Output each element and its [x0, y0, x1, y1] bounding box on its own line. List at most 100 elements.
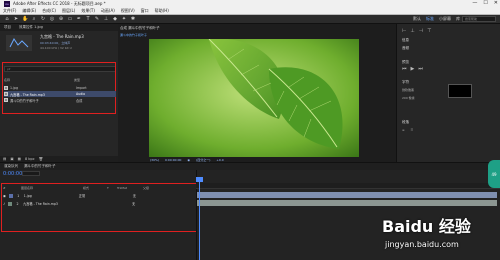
menu-layer[interactable]: 图层(L)	[62, 8, 75, 14]
menu-effect[interactable]: 效果(T)	[81, 8, 95, 14]
roto-tool-icon[interactable]: ✦	[121, 16, 127, 22]
home-icon[interactable]: ⌂	[4, 16, 10, 22]
zoom-level-dropdown[interactable]: (30%)	[150, 158, 159, 162]
selected-item-audio-info: 44.100 kHz / 32 bit U	[40, 46, 72, 50]
column-trkmat[interactable]: TrkMat	[117, 186, 139, 191]
last-frame-icon[interactable]: ⏭	[418, 66, 423, 72]
column-layer-name[interactable]: 图层名称	[21, 186, 79, 191]
tab-timeline-composition[interactable]: 漏斗中的竹子和叶子	[24, 164, 56, 169]
selected-item-name: 九宫格 - The Rain.mp3	[40, 34, 84, 39]
bit-depth-label[interactable]: 8 bpc	[25, 157, 35, 161]
column-num: #	[3, 186, 6, 190]
font-size-field[interactable]: 200 像素	[402, 96, 415, 100]
exposure-value[interactable]: +0.0	[216, 158, 223, 162]
window-title: Adobe After Effects CC 2018 - 无标题项目.aep …	[13, 1, 106, 6]
align-top-icon[interactable]: ⊤	[427, 28, 431, 34]
layer-duration-bar[interactable]	[197, 192, 497, 198]
menu-view[interactable]: 视图(V)	[121, 8, 135, 14]
play-icon[interactable]: ▶	[411, 66, 415, 72]
column-mode[interactable]: 模式	[83, 186, 103, 191]
interpret-footage-icon[interactable]: ▤	[3, 157, 6, 161]
brush-tool-icon[interactable]: ✎	[94, 16, 100, 22]
resolution-dropdown[interactable]: (四分之一)	[196, 158, 210, 162]
align-right-icon[interactable]: ⊣	[419, 28, 423, 34]
tab-render-queue[interactable]: 渲染队列	[4, 164, 18, 169]
workspace-tab-libraries[interactable]: 库	[456, 16, 460, 22]
menu-help[interactable]: 帮助(H)	[155, 8, 169, 14]
eraser-tool-icon[interactable]: ◆	[112, 16, 118, 22]
timeline-layer-row[interactable]: ◉ 1 1.jpg 正常 无	[0, 192, 195, 199]
hand-tool-icon[interactable]: ✋	[22, 16, 28, 22]
image-file-icon	[4, 86, 8, 90]
audio-thumbnail-icon	[6, 35, 32, 51]
composition-breadcrumb[interactable]: 漏斗中的竹子和叶子	[120, 33, 147, 37]
layer-duration-bar[interactable]	[197, 200, 497, 206]
column-type[interactable]: 类型	[74, 78, 80, 83]
pan-behind-tool-icon[interactable]: ⊕	[58, 16, 64, 22]
timeline-tab-bar: 渲染队列 漏斗中的竹子和叶子	[0, 162, 500, 170]
side-float-badge[interactable]: 49	[488, 160, 500, 188]
audio-file-icon	[4, 92, 8, 96]
align-left-icon[interactable]: ⊢	[402, 28, 406, 34]
column-parent[interactable]: 父级	[143, 186, 149, 191]
camera-snapshot-icon[interactable]: ◉	[187, 158, 190, 162]
new-folder-icon[interactable]: ▣	[10, 157, 13, 161]
panel-info-title[interactable]: 信息	[402, 38, 409, 43]
project-list-item[interactable]: 漏斗中的竹子和叶子 合成	[4, 97, 116, 103]
workspace-tab-standard[interactable]: 标准	[426, 16, 434, 22]
selected-item-duration: 00:03:40:00，立体声	[40, 41, 71, 45]
color-swatch[interactable]	[448, 84, 472, 98]
playhead-line[interactable]	[199, 178, 200, 260]
workspace-tab-small-screen[interactable]: 小屏幕	[439, 16, 451, 22]
timeline-layer-row[interactable]: ♪ 2 九宫格 - The Rain.mp3 无	[0, 200, 195, 207]
close-button[interactable]: ✕	[494, 0, 498, 6]
panel-preview-title[interactable]: 预览	[402, 60, 409, 65]
audio-speaker-icon[interactable]: ♪	[3, 202, 5, 206]
rectangle-tool-icon[interactable]: ▭	[67, 16, 73, 22]
menu-file[interactable]: 文件(F)	[3, 8, 16, 14]
panel-paragraph-title[interactable]: 段落	[402, 120, 409, 125]
timeline-search-input[interactable]	[22, 171, 40, 176]
trash-icon[interactable]: 🗑	[39, 157, 43, 161]
puppet-tool-icon[interactable]: ✱	[130, 16, 136, 22]
type-tool-icon[interactable]: T	[85, 16, 91, 22]
menu-window[interactable]: 窗口	[141, 8, 149, 14]
panel-audio-title[interactable]: 音频	[402, 46, 409, 51]
zoom-tool-icon[interactable]: ⌕	[31, 16, 37, 22]
align-center-icon[interactable]: ⊥	[410, 28, 414, 34]
justify-icon[interactable]: ☰	[411, 128, 414, 132]
after-effects-logo-icon: Ae	[4, 1, 10, 7]
first-frame-icon[interactable]: ⏮	[402, 66, 407, 72]
tab-effect-controls[interactable]: 效果控件 1.jpg	[19, 25, 43, 30]
font-family-field[interactable]: 微软雅黑	[402, 88, 414, 92]
tab-project[interactable]: 项目	[4, 25, 11, 30]
panel-character-title[interactable]: 字符	[402, 80, 409, 85]
layer-color-label[interactable]	[8, 193, 13, 198]
indent-icon[interactable]: ≡	[402, 128, 405, 132]
paragraph-options-row: ≡ ☰	[402, 128, 413, 132]
time-ruler[interactable]	[196, 183, 500, 189]
column-name[interactable]: 名称	[4, 78, 74, 83]
help-search-input[interactable]: 搜索帮助	[462, 16, 496, 22]
minimize-button[interactable]: —	[472, 0, 477, 6]
visibility-eye-icon[interactable]: ◉	[3, 194, 6, 198]
current-timecode[interactable]: 0:00:00:00	[165, 158, 181, 162]
tools-toolbar: ⌂ ➤ ✋ ⌕ ↻ ◎ ⊕ ▭ ✒ T ✎ ⊥ ◆ ✦ ✱ 默认 标准 小屏幕 …	[0, 15, 500, 24]
new-composition-icon[interactable]: ▦	[18, 157, 21, 161]
stamp-tool-icon[interactable]: ⊥	[103, 16, 109, 22]
camera-tool-icon[interactable]: ◎	[49, 16, 55, 22]
pen-tool-icon[interactable]: ✒	[76, 16, 82, 22]
title-bar: Ae Adobe After Effects CC 2018 - 无标题项目.a…	[0, 0, 500, 8]
maximize-button[interactable]: ☐	[483, 0, 487, 6]
composition-tab[interactable]: 合成 漏斗中的竹子和叶子	[120, 26, 160, 31]
baidu-watermark-url: jingyan.baidu.com	[385, 240, 459, 249]
rotate-tool-icon[interactable]: ↻	[40, 16, 46, 22]
selection-tool-icon[interactable]: ➤	[13, 16, 19, 22]
menu-edit[interactable]: 编辑(E)	[22, 8, 36, 14]
composition-viewer-image	[149, 39, 359, 157]
preview-playback-icons: ⏮ ▶ ⏭	[402, 66, 423, 72]
menu-animation[interactable]: 动画(A)	[101, 8, 115, 14]
menu-composition[interactable]: 合成(C)	[42, 8, 56, 14]
layer-color-label[interactable]	[8, 201, 13, 206]
workspace-tab-default[interactable]: 默认	[413, 16, 421, 22]
